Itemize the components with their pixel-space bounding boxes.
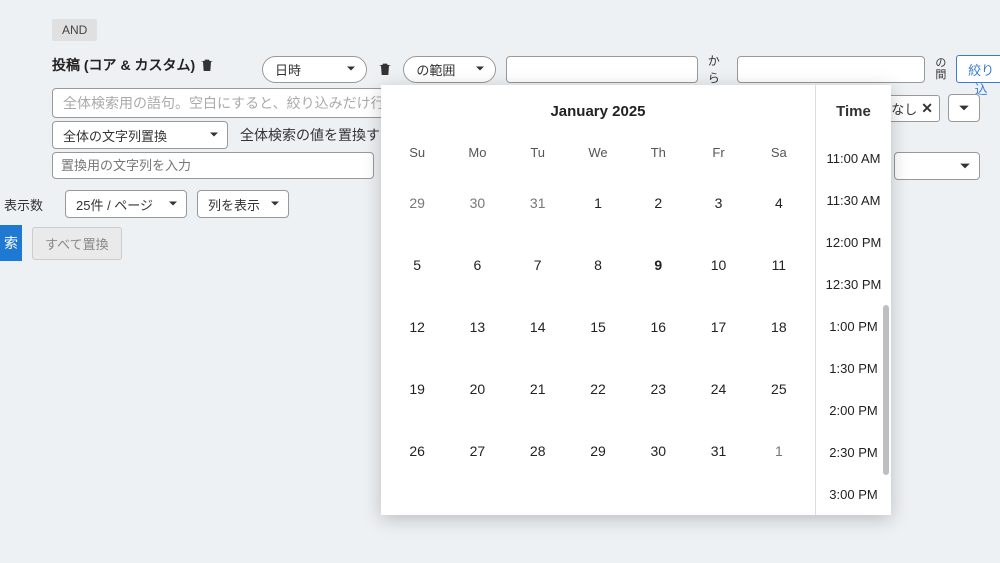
calendar-day-cell[interactable]: 16 bbox=[628, 296, 688, 358]
filter-field-select[interactable]: 日時 bbox=[262, 56, 367, 83]
filter-from-input[interactable] bbox=[506, 56, 698, 83]
rows-per-page-value: 25件 / ページ bbox=[76, 198, 153, 213]
chevron-down-icon bbox=[209, 128, 219, 143]
calendar-dow-cell: Fr bbox=[688, 145, 748, 160]
pagination-row: 表示数 25件 / ページ 列を表示 bbox=[0, 190, 289, 218]
calendar-day-cell[interactable]: 28 bbox=[508, 420, 568, 482]
rows-per-page-select[interactable]: 25件 / ページ bbox=[65, 190, 187, 218]
action-row: 索 すべて置換 bbox=[0, 225, 122, 261]
calendar-day-cell[interactable]: 1 bbox=[749, 420, 809, 482]
scrollbar-thumb[interactable] bbox=[883, 305, 889, 475]
calendar-day-cell[interactable]: 19 bbox=[387, 358, 447, 420]
chevron-down-icon bbox=[270, 197, 280, 212]
calendar-day-cell[interactable]: 10 bbox=[688, 234, 748, 296]
chevron-down-icon bbox=[168, 197, 178, 212]
calendar-day-cell[interactable]: 25 bbox=[749, 358, 809, 420]
calendar-day-cell[interactable]: 29 bbox=[568, 420, 628, 482]
calendar-day-cell[interactable]: 27 bbox=[447, 420, 507, 482]
calendar-day-cell[interactable]: 8 bbox=[568, 234, 628, 296]
calendar-day-cell[interactable]: 2 bbox=[628, 172, 688, 234]
calendar-day-cell[interactable]: 22 bbox=[568, 358, 628, 420]
time-list[interactable]: 11:00 AM11:30 AM12:00 PM12:30 PM1:00 PM1… bbox=[816, 137, 891, 515]
from-label: から bbox=[708, 52, 728, 86]
chevron-down-icon bbox=[346, 62, 356, 77]
calendar-grid: 2930311234567891011121314151617181920212… bbox=[381, 172, 816, 515]
calendar-dow-cell: Tu bbox=[508, 145, 568, 160]
calendar-dow-cell: Mo bbox=[447, 145, 507, 160]
calendar-day-cell[interactable]: 3 bbox=[688, 172, 748, 234]
post-type-label: 投稿 (コア & カスタム) bbox=[52, 55, 195, 75]
time-title: Time bbox=[816, 85, 891, 137]
trash-icon[interactable] bbox=[377, 61, 393, 77]
calendar-day-cell[interactable]: 7 bbox=[508, 234, 568, 296]
calendar-dow-row: SuMoTuWeThFrSa bbox=[381, 137, 816, 172]
calendar-day-cell[interactable]: 5 bbox=[387, 234, 447, 296]
aux-select[interactable] bbox=[894, 152, 980, 180]
time-option[interactable]: 12:30 PM bbox=[816, 263, 891, 305]
time-option[interactable]: 11:00 AM bbox=[816, 137, 891, 179]
calendar-day-cell[interactable]: 1 bbox=[568, 172, 628, 234]
time-option[interactable]: 11:30 AM bbox=[816, 179, 891, 221]
replace-mode-select[interactable]: 全体の文字列置換 bbox=[52, 121, 228, 149]
calendar-day-cell[interactable]: 21 bbox=[508, 358, 568, 420]
calendar-day-cell[interactable]: 29 bbox=[387, 172, 447, 234]
filter-to-input[interactable] bbox=[737, 56, 925, 83]
chevron-down-icon bbox=[475, 62, 485, 77]
replace-value-input[interactable] bbox=[52, 152, 374, 179]
calendar-day-cell[interactable]: 20 bbox=[447, 358, 507, 420]
replace-dropdown-toggle[interactable] bbox=[948, 94, 980, 122]
calendar-day-cell[interactable]: 26 bbox=[387, 420, 447, 482]
calendar-day-cell[interactable]: 11 bbox=[749, 234, 809, 296]
datepicker-popover: January 2025 SuMoTuWeThFrSa 293031123456… bbox=[381, 85, 891, 515]
calendar-day-cell[interactable]: 6 bbox=[447, 234, 507, 296]
time-option[interactable]: 3:00 PM bbox=[816, 473, 891, 515]
filter-field-value: 日時 bbox=[275, 60, 301, 79]
replace-value-row bbox=[52, 152, 374, 179]
calendar-month-title: January 2025 bbox=[381, 85, 816, 137]
replace-row: 全体の文字列置換 全体検索の値を置換す bbox=[52, 121, 380, 149]
calendar-day-cell[interactable]: 15 bbox=[568, 296, 628, 358]
time-option[interactable]: 2:00 PM bbox=[816, 389, 891, 431]
calendar-day-cell[interactable]: 13 bbox=[447, 296, 507, 358]
filter-operator-value: の範囲 bbox=[416, 60, 455, 79]
calendar-dow-cell: Su bbox=[387, 145, 447, 160]
replace-all-button[interactable]: すべて置換 bbox=[32, 227, 122, 260]
calendar-day-cell[interactable]: 9 bbox=[628, 234, 688, 296]
narrow-button[interactable]: 絞り込 bbox=[956, 55, 1000, 83]
close-icon[interactable]: ✕ bbox=[921, 100, 933, 117]
calendar-day-cell[interactable]: 31 bbox=[508, 172, 568, 234]
calendar-day-cell[interactable]: 30 bbox=[628, 420, 688, 482]
time-panel: Time 11:00 AM11:30 AM12:00 PM12:30 PM1:0… bbox=[816, 85, 891, 515]
time-option[interactable]: 12:00 PM bbox=[816, 221, 891, 263]
replace-hint: 全体検索の値を置換す bbox=[240, 125, 380, 145]
calendar-day-cell[interactable]: 24 bbox=[688, 358, 748, 420]
time-option[interactable]: 1:30 PM bbox=[816, 347, 891, 389]
rows-label: 表示数 bbox=[4, 195, 43, 214]
calendar-dow-cell: Th bbox=[628, 145, 688, 160]
calendar-day-cell[interactable]: 23 bbox=[628, 358, 688, 420]
time-option[interactable]: 2:30 PM bbox=[816, 431, 891, 473]
calendar-day-cell[interactable]: 18 bbox=[749, 296, 809, 358]
calendar-day-cell[interactable]: 14 bbox=[508, 296, 568, 358]
columns-toggle[interactable]: 列を表示 bbox=[197, 190, 289, 218]
calendar-day-cell[interactable]: 17 bbox=[688, 296, 748, 358]
search-button[interactable]: 索 bbox=[0, 225, 22, 261]
time-option[interactable]: 1:00 PM bbox=[816, 305, 891, 347]
calendar-day-cell[interactable]: 31 bbox=[688, 420, 748, 482]
filter-operator-select[interactable]: の範囲 bbox=[403, 56, 495, 83]
replace-mode-value: 全体の文字列置換 bbox=[63, 129, 167, 144]
calendar-dow-cell: We bbox=[568, 145, 628, 160]
columns-toggle-label: 列を表示 bbox=[208, 198, 260, 213]
calendar-dow-cell: Sa bbox=[749, 145, 809, 160]
calendar-day-cell[interactable]: 12 bbox=[387, 296, 447, 358]
and-badge: AND bbox=[52, 19, 97, 41]
calendar-panel: January 2025 SuMoTuWeThFrSa 293031123456… bbox=[381, 85, 816, 515]
calendar-day-cell[interactable]: 30 bbox=[447, 172, 507, 234]
trash-icon[interactable] bbox=[199, 57, 215, 73]
between-label: の 間 bbox=[935, 57, 946, 81]
calendar-day-cell[interactable]: 4 bbox=[749, 172, 809, 234]
